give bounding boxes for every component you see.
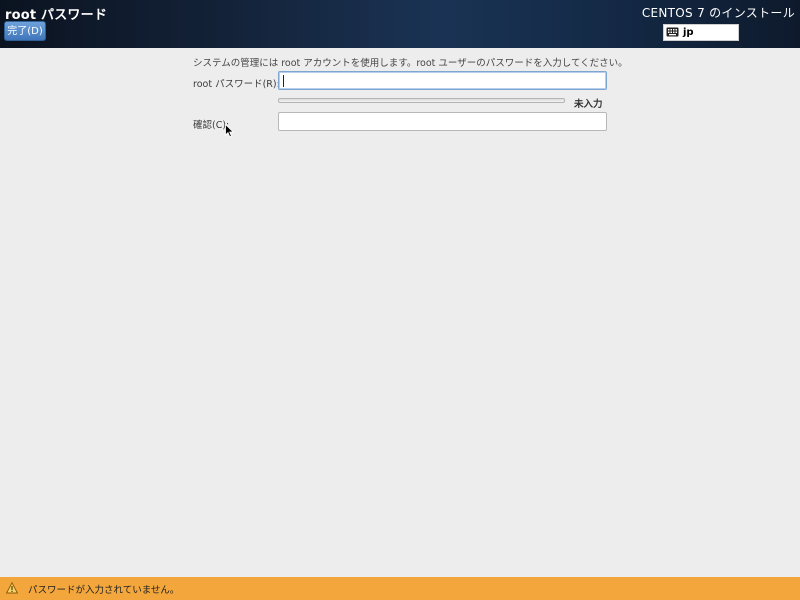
intro-text: システムの管理には root アカウントを使用します。root ユーザーのパスワ…: [193, 58, 628, 69]
warning-icon: [6, 582, 18, 594]
root-password-input[interactable]: [278, 71, 607, 90]
warning-bar: パスワードが入力されていません。: [0, 577, 800, 600]
confirm-password-label: 確認(C):: [193, 120, 230, 131]
confirm-password-input[interactable]: [278, 112, 607, 131]
keyboard-layout-indicator[interactable]: jp: [663, 24, 739, 41]
keyboard-layout-label: jp: [683, 27, 694, 38]
password-strength-label: 未入力: [574, 99, 603, 110]
done-button[interactable]: 完了(D): [4, 21, 46, 41]
root-password-label: root パスワード(R):: [193, 79, 280, 90]
text-caret: [283, 75, 284, 87]
mouse-pointer-icon: [225, 124, 235, 138]
header-bar: root パスワード 完了(D) CENTOS 7 のインストール jp: [0, 0, 800, 48]
product-title: CENTOS 7 のインストール: [641, 6, 795, 20]
keyboard-icon: [666, 27, 679, 37]
password-strength-bar: [278, 98, 565, 103]
warning-message[interactable]: パスワードが入力されていません。: [28, 582, 179, 596]
